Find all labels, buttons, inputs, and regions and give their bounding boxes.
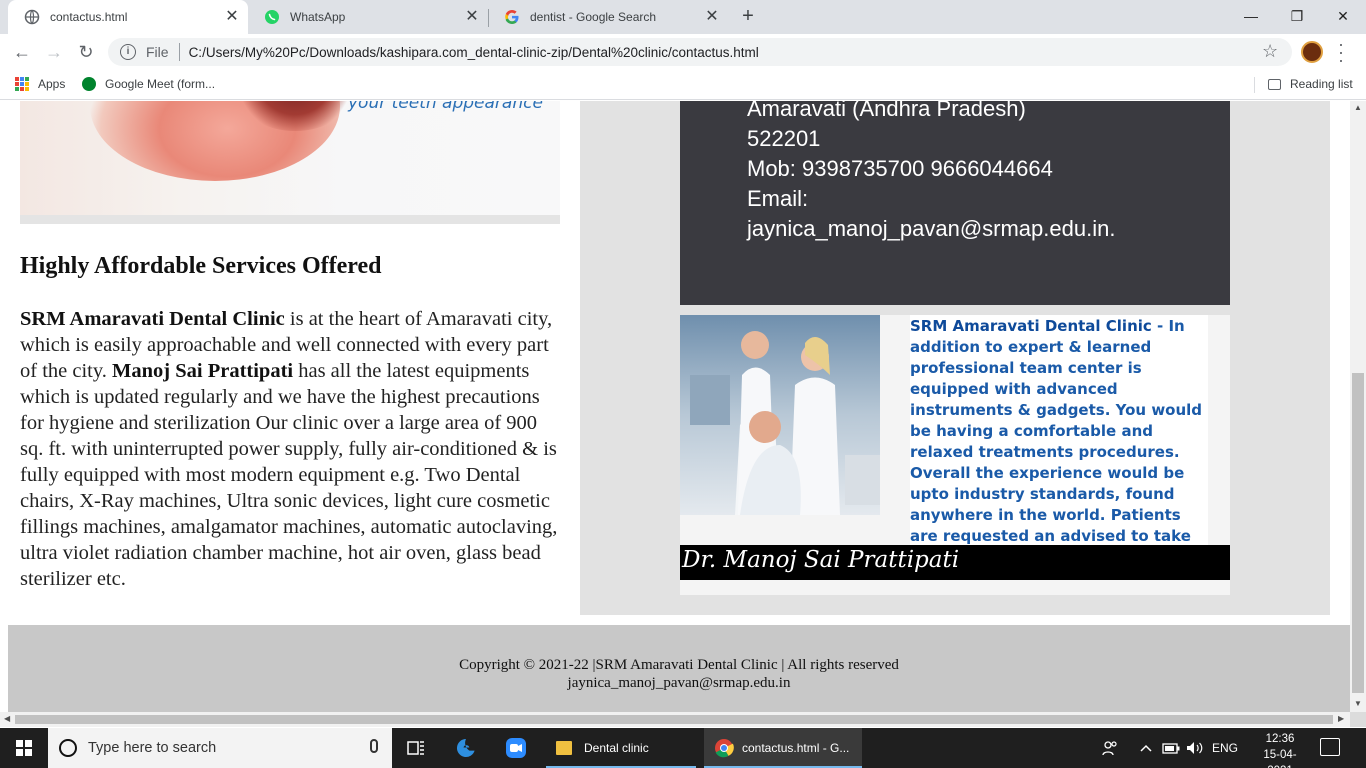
scheme-label: File [146, 44, 169, 60]
profile-avatar[interactable] [1301, 41, 1323, 63]
minimize-button[interactable]: — [1228, 0, 1274, 32]
footer-copyright: Copyright © 2021-22 |SRM Amaravati Denta… [459, 657, 899, 673]
info-icon[interactable]: i [120, 44, 136, 60]
scrollbar-corner [1350, 712, 1366, 727]
bookmark-separator [1254, 77, 1255, 93]
reading-list-icon [1268, 78, 1281, 90]
scroll-up-arrow-icon[interactable]: ▲ [1354, 103, 1362, 112]
chevron-up-icon[interactable] [1140, 728, 1152, 768]
back-button[interactable]: ← [10, 40, 34, 64]
page-viewport: your teeth appearance Highly Affordable … [0, 101, 1350, 712]
apps-grid-icon [15, 77, 29, 91]
clinic-name: SRM Amaravati Dental Clinic [20, 308, 285, 330]
tab-whatsapp[interactable]: WhatsApp ✕ [248, 0, 488, 34]
tab-label: WhatsApp [290, 10, 346, 24]
scroll-down-arrow-icon[interactable]: ▼ [1354, 699, 1362, 708]
services-paragraph: SRM Amaravati Dental Clinic is at the he… [20, 306, 565, 592]
globe-icon [24, 9, 40, 25]
contact-box: Amaravati (Andhra Pradesh) 522201 Mob: 9… [680, 101, 1230, 305]
forward-button[interactable]: → [42, 40, 66, 64]
bookmark-google-meet[interactable]: Google Meet (form... [82, 77, 215, 91]
doctor-name: Manoj Sai Prattipati [112, 360, 294, 382]
clinic-description: SRM Amaravati Dental Clinic - In additio… [910, 315, 1208, 545]
restore-button[interactable]: ❐ [1274, 0, 1320, 32]
close-window-button[interactable]: ✕ [1320, 0, 1366, 32]
contact-city: Amaravati (Andhra Pradesh) [747, 101, 1026, 121]
close-tab-icon[interactable]: ✕ [464, 9, 480, 25]
microphone-icon[interactable] [370, 739, 378, 753]
hero-tagline: your teeth appearance [348, 101, 543, 113]
scroll-left-arrow-icon[interactable]: ◀ [4, 714, 10, 723]
contact-email[interactable]: jaynica_manoj_pavan@srmap.edu.in. [747, 214, 1115, 244]
card-brand: SRM Amaravati Dental Clinic [910, 317, 1152, 335]
windows-logo-icon [16, 740, 32, 756]
volume-icon[interactable] [1186, 728, 1204, 768]
clock-time: 12:36 [1265, 733, 1295, 745]
close-tab-icon[interactable]: ✕ [224, 9, 240, 25]
horizontal-scrollbar[interactable]: ◀ ▶ [0, 712, 1350, 727]
taskbar-app-dental-clinic[interactable]: Dental clinic [546, 728, 696, 768]
dental-team-photo [680, 315, 880, 515]
menu-kebab-icon[interactable]: · · · [1336, 35, 1346, 69]
bookmark-apps[interactable]: Apps [15, 77, 65, 91]
taskbar-app-chrome[interactable]: contactus.html - G... [704, 728, 862, 768]
browser-toolbar: ← → ↻ i File C:/Users/My%20Pc/Downloads/… [0, 34, 1366, 70]
taskbar-app-label: contactus.html - G... [742, 741, 850, 755]
vertical-scroll-thumb[interactable] [1352, 373, 1364, 693]
windows-taskbar: Type here to search Dental clinic contac… [0, 728, 1366, 768]
reload-button[interactable]: ↻ [74, 40, 98, 64]
people-icon[interactable] [1102, 728, 1118, 768]
bookmarks-bar: Apps Google Meet (form... Reading list [0, 70, 1366, 100]
contact-email-label: Email: [747, 186, 809, 211]
task-view-icon[interactable] [392, 728, 440, 768]
address-bar[interactable]: i File C:/Users/My%20Pc/Downloads/kaship… [108, 38, 1292, 66]
google-icon [504, 9, 520, 25]
contact-mobile: Mob: 9398735700 9666044664 [747, 156, 1053, 181]
hero-underbar [20, 215, 560, 224]
vertical-scrollbar[interactable]: ▲ ▼ [1350, 101, 1366, 712]
clock-date: 15-04-2021 [1263, 749, 1297, 768]
tab-label: dentist - Google Search [530, 10, 657, 24]
folder-icon [556, 741, 572, 755]
doctor-signature-banner: Dr. Manoj Sai Prattipati [680, 545, 1230, 580]
footer-email[interactable]: jaynica_manoj_pavan@srmap.edu.in [8, 674, 1350, 692]
edge-icon[interactable] [442, 728, 490, 768]
address-separator [178, 43, 180, 61]
bookmark-label: Google Meet (form... [105, 77, 216, 91]
google-meet-icon [82, 77, 96, 91]
hero-banner-image: your teeth appearance [20, 101, 560, 215]
battery-icon[interactable] [1162, 728, 1180, 768]
reading-list-button[interactable]: Reading list [1268, 77, 1353, 91]
taskbar-app-label: Dental clinic [584, 741, 649, 755]
zoom-icon[interactable] [492, 728, 540, 768]
contact-pin: 522201 [747, 126, 821, 151]
new-tab-button[interactable]: + [736, 5, 760, 29]
search-icon [59, 739, 77, 757]
chrome-icon [714, 738, 734, 758]
url-text[interactable]: C:/Users/My%20Pc/Downloads/kashipara.com… [189, 45, 759, 60]
reading-list-label: Reading list [1290, 77, 1353, 91]
start-button[interactable] [0, 728, 48, 768]
card-description-text: - In addition to expert & learned profes… [910, 317, 1203, 545]
scroll-right-arrow-icon[interactable]: ▶ [1338, 714, 1344, 723]
taskbar-search-box[interactable]: Type here to search [48, 728, 392, 768]
tab-label: contactus.html [50, 10, 128, 24]
page-footer: Copyright © 2021-22 |SRM Amaravati Denta… [8, 625, 1350, 712]
bookmark-label: Apps [38, 77, 66, 91]
services-text-2: has all the latest equipments which is u… [20, 360, 558, 590]
tab-contactus[interactable]: contactus.html ✕ [8, 0, 248, 34]
horizontal-scroll-thumb[interactable] [15, 715, 1333, 724]
clinic-info-card: SRM Amaravati Dental Clinic - In additio… [680, 315, 1230, 595]
language-indicator[interactable]: ENG [1212, 728, 1238, 768]
tab-google-search[interactable]: dentist - Google Search ✕ [488, 0, 728, 34]
search-placeholder: Type here to search [88, 740, 217, 756]
whatsapp-icon [264, 9, 280, 25]
system-clock[interactable]: 12:36 15-04-2021 [1252, 731, 1308, 768]
services-title: Highly Affordable Services Offered [20, 253, 382, 279]
notification-icon[interactable] [1320, 738, 1340, 756]
bookmark-star-icon[interactable]: ☆ [1262, 41, 1278, 62]
close-tab-icon[interactable]: ✕ [704, 9, 720, 25]
tab-strip: contactus.html ✕ WhatsApp ✕ dentist - Go… [0, 0, 1366, 34]
